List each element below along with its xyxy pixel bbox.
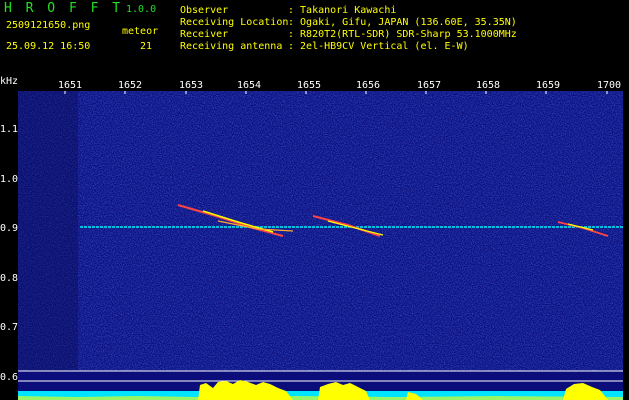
info-label-observer: Observer <box>180 5 229 16</box>
info-value-antenna: : 2el-HB9CV Vertical (el. E-W) <box>288 41 469 52</box>
y-tick-label: 1.1 <box>0 124 19 135</box>
x-tick-label: 1654 <box>237 80 262 91</box>
y-tick-label: 0.9 <box>0 223 19 234</box>
noise-texture <box>18 91 623 371</box>
signal-level-baseline <box>18 396 623 400</box>
x-tick-label: 1652 <box>118 80 143 91</box>
meteor-count: 21 <box>140 41 153 52</box>
capture-datetime: 25.09.12 16:50 <box>6 41 91 52</box>
info-label-receiver: Receiver <box>180 29 229 40</box>
x-tick-label: 1700 <box>597 80 622 91</box>
noise-shade <box>18 91 78 371</box>
app-version: 1.0.0 <box>126 4 157 15</box>
y-tick-label: 0.7 <box>0 322 19 333</box>
y-tick-label: 1.0 <box>0 174 19 185</box>
file-name: 2509121650.png <box>6 20 91 31</box>
app-title: H R O F F T <box>4 1 124 16</box>
info-value-receiver: : R820T2(RTL-SDR) SDR-Sharp 53.1000MHz <box>288 29 517 40</box>
x-tick-label: 1659 <box>536 80 561 91</box>
spectrogram-plot <box>18 91 623 400</box>
info-label-antenna: Receiving antenna <box>180 41 283 52</box>
x-tick-label: 1655 <box>297 80 322 91</box>
x-tick-label: 1651 <box>58 80 83 91</box>
x-tick-label: 1656 <box>356 80 381 91</box>
y-tick-label: 0.6 <box>0 372 19 383</box>
x-tick-label: 1658 <box>476 80 501 91</box>
info-value-observer: : Takanori Kawachi <box>288 5 397 16</box>
info-label-location: Receiving Location <box>180 17 289 28</box>
info-value-location: : Ogaki, Gifu, JAPAN (136.60E, 35.35N) <box>288 17 517 28</box>
y-tick-label: 0.8 <box>0 273 19 284</box>
x-tick-label: 1653 <box>179 80 204 91</box>
y-axis-unit: kHz <box>0 76 19 87</box>
x-tick-label: 1657 <box>417 80 442 91</box>
meteor-label: meteor <box>122 26 159 37</box>
